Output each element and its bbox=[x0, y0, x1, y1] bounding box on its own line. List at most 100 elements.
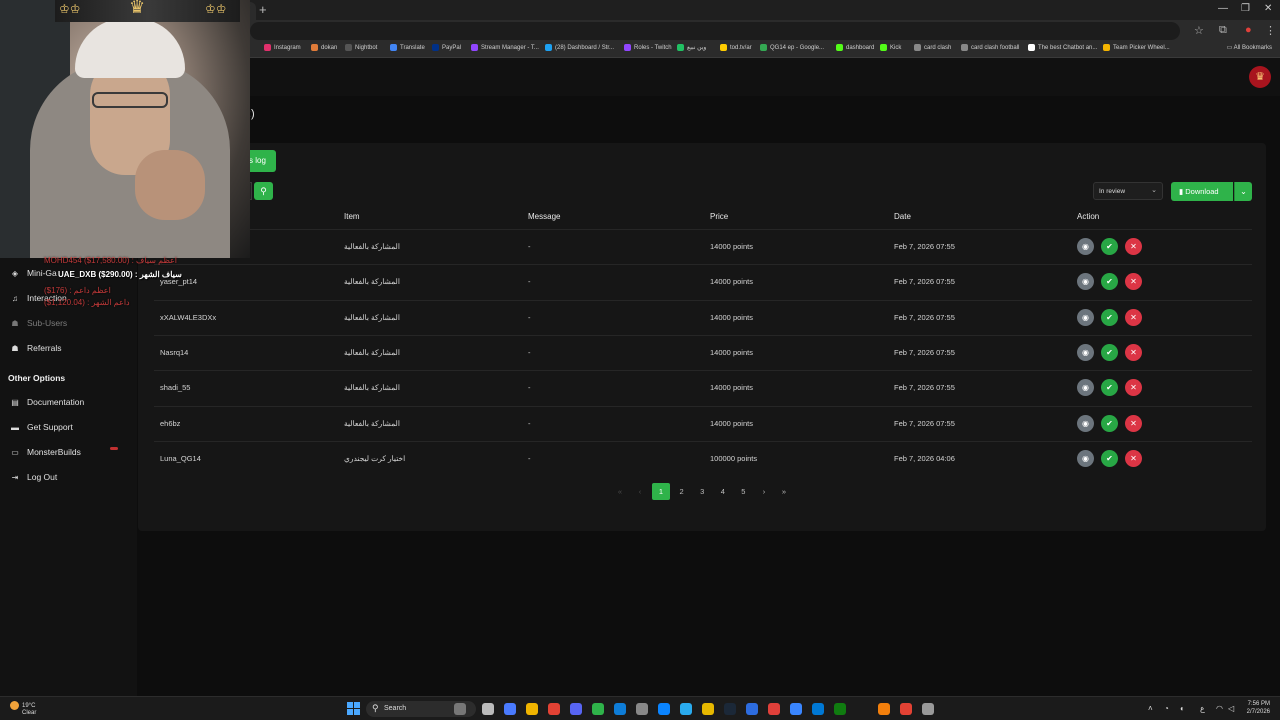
weather-widget[interactable]: 19°C Clear bbox=[10, 701, 36, 717]
chevron-up-icon[interactable]: ˄ bbox=[1148, 704, 1153, 713]
task-view-icon[interactable] bbox=[454, 703, 466, 715]
extensions-icon[interactable]: ⧉ bbox=[1219, 24, 1227, 37]
app-icon[interactable] bbox=[922, 703, 934, 715]
reject-button[interactable]: ✕ bbox=[1125, 379, 1142, 397]
bookmark-link[interactable]: card clash bbox=[914, 44, 951, 51]
wifi-icon[interactable]: ◠ bbox=[1216, 704, 1223, 713]
approve-button[interactable]: ✔ bbox=[1101, 379, 1118, 397]
bookmark-link[interactable]: Team Picker Wheel... bbox=[1103, 44, 1170, 51]
discord-icon[interactable] bbox=[570, 703, 582, 715]
view-button[interactable]: ◉ bbox=[1077, 379, 1094, 397]
clock[interactable]: 7:56 PM 2/7/2026 bbox=[1247, 700, 1270, 716]
bookmark-favicon-icon bbox=[914, 44, 921, 51]
bookmark-link[interactable]: Roles - Twitch bbox=[624, 44, 672, 51]
app-icon[interactable] bbox=[812, 703, 824, 715]
new-tab-icon[interactable]: + bbox=[259, 2, 267, 17]
menu-icon[interactable]: ⋮ bbox=[1265, 24, 1276, 37]
view-button[interactable]: ◉ bbox=[1077, 449, 1094, 467]
approve-button[interactable]: ✔ bbox=[1101, 414, 1118, 432]
app-icon[interactable] bbox=[746, 703, 758, 715]
reject-button[interactable]: ✕ bbox=[1125, 238, 1142, 255]
search-button[interactable]: ⚲ bbox=[254, 182, 273, 200]
telegram-icon[interactable] bbox=[680, 703, 692, 715]
xbox-icon[interactable] bbox=[834, 703, 846, 715]
bookmark-link[interactable]: The best Chatbot an... bbox=[1028, 44, 1097, 51]
page-button[interactable]: 1 bbox=[652, 483, 670, 500]
app-icon[interactable] bbox=[592, 703, 604, 715]
wifi-icon[interactable]: ◔ bbox=[1164, 704, 1169, 713]
reject-button[interactable]: ✕ bbox=[1125, 308, 1142, 326]
steam-icon[interactable] bbox=[724, 703, 736, 715]
first-page-button[interactable]: « bbox=[611, 483, 629, 500]
edge-icon[interactable] bbox=[614, 703, 626, 715]
view-button[interactable]: ◉ bbox=[1077, 308, 1094, 326]
chrome-icon[interactable] bbox=[548, 703, 560, 715]
page-button[interactable]: 5 bbox=[734, 483, 752, 500]
approve-button[interactable]: ✔ bbox=[1101, 308, 1118, 326]
chicken-logo-icon[interactable]: ♛ bbox=[1249, 66, 1271, 88]
reject-button[interactable]: ✕ bbox=[1125, 343, 1142, 361]
view-button[interactable]: ◉ bbox=[1077, 343, 1094, 361]
page-button[interactable]: 2 bbox=[673, 483, 691, 500]
page-button[interactable]: 4 bbox=[714, 483, 732, 500]
prev-page-button[interactable]: ‹ bbox=[631, 483, 649, 500]
download-options-button[interactable]: ⌄ bbox=[1234, 182, 1252, 201]
sidebar-item-monsterbuilds[interactable]: ▭ MonsterBuilds bbox=[10, 447, 81, 457]
bookmark-link[interactable]: QG14 ep - Google... bbox=[760, 44, 824, 51]
reject-button[interactable]: ✕ bbox=[1125, 414, 1142, 432]
bookmark-link[interactable]: tod.tv/ar bbox=[720, 44, 752, 51]
copilot-icon[interactable] bbox=[504, 703, 516, 715]
status-filter-select[interactable]: In review ⌄ bbox=[1093, 182, 1163, 200]
app-icon[interactable] bbox=[658, 703, 670, 715]
file-explorer-icon[interactable] bbox=[482, 703, 494, 715]
view-button[interactable]: ◉ bbox=[1077, 414, 1094, 432]
sidebar-item-log-out[interactable]: ⇥ Log Out bbox=[10, 472, 58, 482]
bookmark-link[interactable]: Instagram bbox=[264, 44, 301, 51]
app-icon[interactable] bbox=[790, 703, 802, 715]
app-icon[interactable] bbox=[768, 703, 780, 715]
app-icon[interactable] bbox=[702, 703, 714, 715]
view-button[interactable]: ◉ bbox=[1077, 238, 1094, 255]
bookmark-link[interactable]: (28) Dashboard / Str... bbox=[545, 44, 614, 51]
profile-icon[interactable]: ● bbox=[1245, 24, 1252, 36]
sidebar-item-referrals[interactable]: ☗ Referrals bbox=[10, 343, 61, 353]
windows-start-icon[interactable] bbox=[347, 702, 360, 715]
all-bookmarks-link[interactable]: ▭ All Bookmarks bbox=[1227, 44, 1272, 51]
window-close-icon[interactable]: ✕ bbox=[1264, 3, 1272, 14]
approve-button[interactable]: ✔ bbox=[1101, 238, 1118, 255]
bookmark-link[interactable]: Stream Manager - T... bbox=[471, 44, 539, 51]
maximize-icon[interactable]: ❐ bbox=[1241, 3, 1250, 14]
star-icon[interactable]: ☆ bbox=[1194, 24, 1204, 37]
reject-button[interactable]: ✕ bbox=[1125, 449, 1142, 467]
approve-button[interactable]: ✔ bbox=[1101, 343, 1118, 361]
network-icon[interactable]: ◐ bbox=[1180, 704, 1185, 713]
bookmark-link[interactable]: dokan bbox=[311, 44, 337, 51]
sidebar-item-documentation[interactable]: ▤ Documentation bbox=[10, 397, 84, 407]
minimize-icon[interactable]: — bbox=[1218, 3, 1228, 14]
app-icon[interactable] bbox=[878, 703, 890, 715]
sidebar-item-get-support[interactable]: ▬ Get Support bbox=[10, 422, 73, 432]
bookmark-link[interactable]: dashboard bbox=[836, 44, 874, 51]
bookmark-link[interactable]: Kick bbox=[880, 44, 901, 51]
bookmark-link[interactable]: وين نبيع bbox=[677, 44, 706, 51]
bookmark-link[interactable]: Translate bbox=[390, 44, 425, 51]
input-language[interactable]: ع bbox=[1200, 704, 1205, 713]
app-icon[interactable] bbox=[636, 703, 648, 715]
bookmark-link[interactable]: PayPal bbox=[432, 44, 461, 51]
download-button[interactable]: ▮ Download bbox=[1171, 182, 1233, 201]
page-button[interactable]: 3 bbox=[693, 483, 711, 500]
reject-button[interactable]: ✕ bbox=[1125, 273, 1142, 291]
volume-icon[interactable]: ◁ bbox=[1228, 704, 1234, 713]
view-button[interactable]: ◉ bbox=[1077, 273, 1094, 291]
app-icon[interactable] bbox=[900, 703, 912, 715]
bookmark-link[interactable]: Nightbot bbox=[345, 44, 377, 51]
approve-button[interactable]: ✔ bbox=[1101, 449, 1118, 467]
url-input[interactable] bbox=[250, 22, 1180, 40]
next-page-button[interactable]: › bbox=[755, 483, 773, 500]
bookmark-link[interactable]: card clash football bbox=[961, 44, 1019, 51]
approve-button[interactable]: ✔ bbox=[1101, 273, 1118, 291]
sidebar-item-mini-games[interactable]: ◈ Mini-Ga bbox=[10, 268, 57, 278]
cell-date: Feb 7, 2026 04:06 bbox=[894, 453, 955, 463]
last-page-button[interactable]: » bbox=[775, 483, 793, 500]
folder-icon[interactable] bbox=[526, 703, 538, 715]
